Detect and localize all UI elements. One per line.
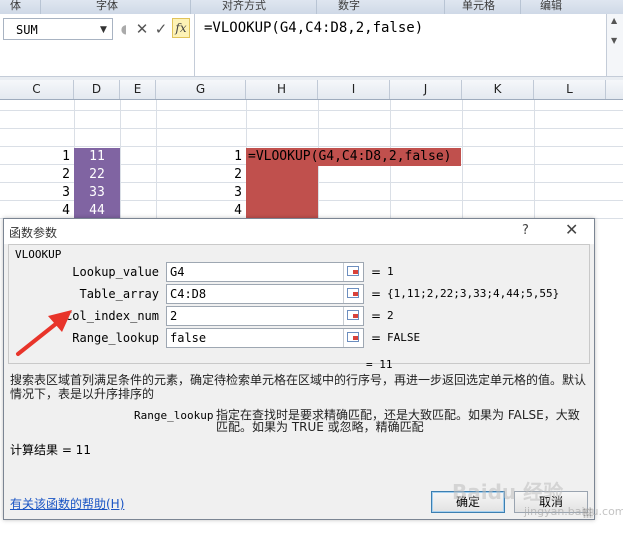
cell-c6[interactable]: 3 <box>0 184 70 202</box>
column-header-k[interactable]: K <box>462 80 534 99</box>
formula-result-preview: = 11 <box>366 358 393 371</box>
col-index-num-input[interactable]: 2 <box>166 306 364 326</box>
ribbon-separator <box>316 0 317 14</box>
column-header-row: C D E G H I J K L <box>0 80 623 100</box>
ribbon-label-number[interactable]: 数字 <box>338 0 360 13</box>
cell-h5[interactable] <box>246 166 318 184</box>
close-icon[interactable]: ✕ <box>565 220 578 239</box>
arg-eq: = <box>371 309 382 323</box>
arg-eq: = <box>371 287 382 301</box>
ribbon-separator <box>40 0 41 14</box>
arg-label-table-array: Table_array <box>79 287 159 301</box>
cell-d4[interactable]: 11 <box>74 148 120 166</box>
parameter-description: 指定在查找时是要求精确匹配，还是大致匹配。如果为 FALSE，大致匹配。如果为 … <box>216 408 580 434</box>
baidu-watermark: Baidu 经验 <box>452 480 564 504</box>
column-header-g[interactable]: G <box>156 80 246 99</box>
cell-g6[interactable]: 3 <box>156 184 242 202</box>
function-arguments-dialog: 函数参数 ? ✕ VLOOKUP Lookup_value G4 = 1 Tab… <box>3 218 595 520</box>
ribbon-label-cells[interactable]: 单元格 <box>462 0 495 13</box>
cell-c5[interactable]: 2 <box>0 166 70 184</box>
ribbon-separator <box>520 0 521 14</box>
cell-h6[interactable] <box>246 184 318 202</box>
ribbon-separator <box>190 0 191 14</box>
ribbon-label-editing[interactable]: 编辑 <box>540 0 562 13</box>
parameter-name: Range_lookup <box>134 409 214 422</box>
ribbon-label-font[interactable]: 字体 <box>96 0 118 13</box>
column-header-j[interactable]: J <box>390 80 462 99</box>
cell-g4[interactable]: 1 <box>156 148 242 166</box>
collapse-dialog-icon[interactable] <box>343 285 363 303</box>
arg-label-lookup-value: Lookup_value <box>72 265 159 279</box>
cell-d6[interactable]: 33 <box>74 184 120 202</box>
column-header-e[interactable]: E <box>120 80 156 99</box>
arg-result-lookup-value: 1 <box>387 265 394 278</box>
function-description: 搜索表区域首列满足条件的元素，确定待检索单元格在区域中的行序号，再进一步返回选定… <box>10 373 587 401</box>
baidu-watermark-url: jingyan.baidu.com <box>524 505 623 518</box>
column-header-h[interactable]: H <box>246 80 318 99</box>
arg-eq: = <box>371 265 382 279</box>
collapse-dialog-icon[interactable] <box>343 263 363 281</box>
cell-g5[interactable]: 2 <box>156 166 242 184</box>
collapse-dialog-icon[interactable] <box>343 307 363 325</box>
grid-line <box>120 100 121 220</box>
formula-text: =VLOOKUP(G4,C4:D8,2,false) <box>204 20 424 36</box>
formula-bar-scroll[interactable]: ▲ ▼ <box>606 14 623 76</box>
grid-line <box>462 100 463 220</box>
collapse-dialog-icon[interactable] <box>343 329 363 347</box>
column-header-d[interactable]: D <box>74 80 120 99</box>
function-name: VLOOKUP <box>15 248 62 261</box>
column-header-c[interactable]: C <box>0 80 74 99</box>
dialog-titlebar[interactable] <box>4 219 594 244</box>
arg-result-col-index-num: 2 <box>387 309 394 322</box>
handle-icon: ◖ <box>120 22 128 36</box>
arg-result-range-lookup: FALSE <box>387 331 421 344</box>
arg-label-col-index-num: Col_index_num <box>65 309 159 323</box>
insert-function-button[interactable]: fx <box>172 18 190 38</box>
scroll-up-icon[interactable]: ▲ <box>611 16 617 25</box>
arg-eq: = <box>371 331 382 345</box>
ribbon-label-alignment[interactable]: 对齐方式 <box>222 0 266 13</box>
table-array-input[interactable]: C4:D8 <box>166 284 364 304</box>
name-box-dropdown-icon[interactable]: ▼ <box>100 25 107 35</box>
ribbon-group-labels: 体 字体 对齐方式 数字 单元格 编辑 <box>0 0 623 15</box>
function-group-box: VLOOKUP Lookup_value G4 = 1 Table_array … <box>8 244 590 364</box>
help-icon[interactable]: ? <box>522 223 529 238</box>
cancel-icon[interactable]: ✕ <box>133 18 151 40</box>
function-help-link[interactable]: 有关该函数的帮助(H) <box>10 495 124 512</box>
column-header-l[interactable]: L <box>534 80 606 99</box>
lookup-value-input[interactable]: G4 <box>166 262 364 282</box>
formula-buttons: ◖ ✕ ✓ <box>117 18 169 40</box>
grid-line <box>534 100 535 220</box>
scroll-down-icon[interactable]: ▼ <box>611 36 617 45</box>
cell-d5[interactable]: 22 <box>74 166 120 184</box>
dialog-title: 函数参数 <box>9 226 58 240</box>
name-box[interactable]: SUM <box>3 18 113 40</box>
cell-c4[interactable]: 1 <box>0 148 70 166</box>
ribbon-label-clipboard: 体 <box>10 0 21 12</box>
range-lookup-input[interactable]: false <box>166 328 364 348</box>
cell-h4-formula: =VLOOKUP(G4,C4:D8,2,false) <box>248 149 452 164</box>
column-header-i[interactable]: I <box>318 80 390 99</box>
calculation-result: 计算结果 = 11 <box>10 443 91 457</box>
ribbon-separator <box>444 0 445 14</box>
enter-icon[interactable]: ✓ <box>152 18 170 40</box>
arg-label-range-lookup: Range_lookup <box>72 331 159 345</box>
arg-result-table-array: {1,11;2,22;3,33;4,44;5,55} <box>387 287 560 300</box>
